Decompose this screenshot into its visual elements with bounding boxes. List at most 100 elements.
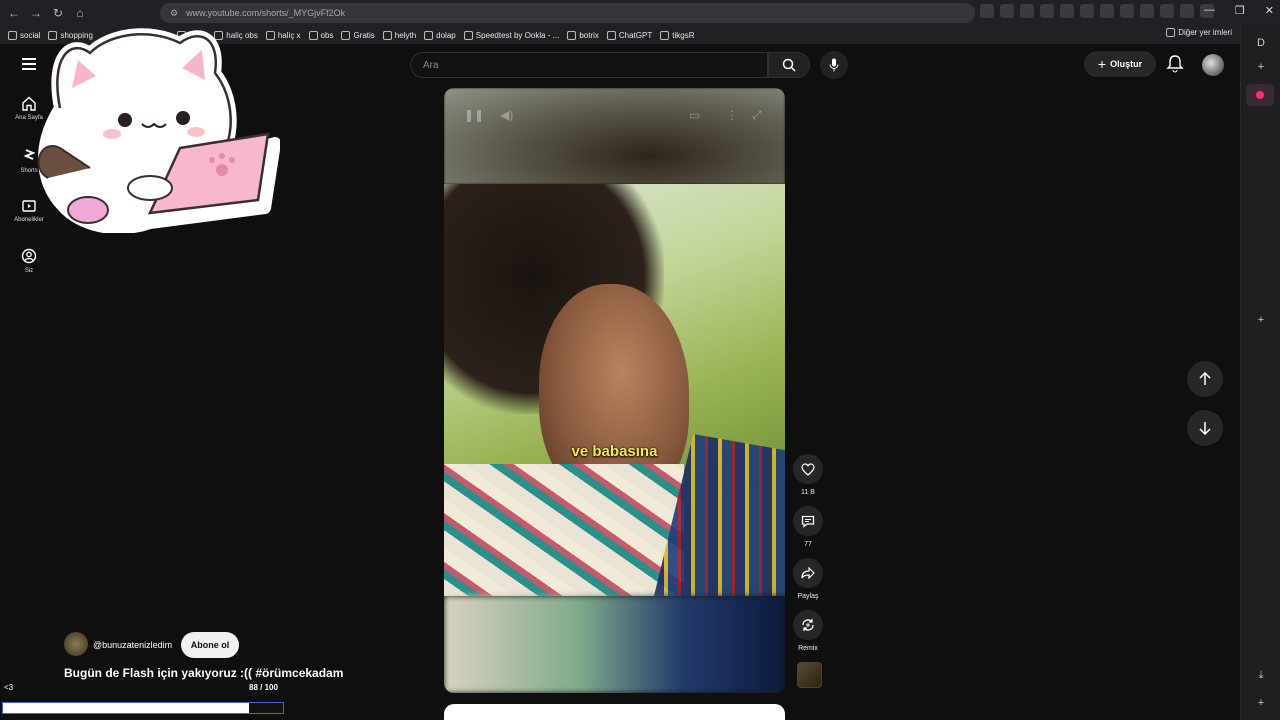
extension-icon[interactable] [1040,4,1054,18]
like-action: 11 B [793,454,823,496]
comment-icon [801,515,815,528]
next-short-button[interactable] [1187,410,1223,446]
channel-avatar[interactable] [64,632,88,656]
fullscreen-icon[interactable]: ⤢ [752,108,762,123]
folder-icon [8,30,17,40]
chatgpt-icon [606,30,616,40]
youtube-pinned-icon[interactable] [1246,84,1274,106]
pause-icon[interactable]: ❚❚ [464,108,484,122]
browser-side-panel: D + + ⤓ + [1240,26,1280,720]
next-short-preview[interactable] [444,704,785,720]
arrow-down-icon [1199,422,1211,435]
forward-icon[interactable]: → [26,3,46,23]
account-avatar[interactable] [1202,54,1224,76]
previous-short-button[interactable] [1187,361,1223,397]
extension-icon[interactable] [1100,4,1114,18]
maximize-icon[interactable]: ❐ [1235,4,1245,17]
extensions-bar [980,4,1214,18]
more-options-icon[interactable]: ⋮ [726,108,738,122]
overlay-progress-bar [2,702,284,714]
comment-button[interactable] [793,506,823,536]
subscribe-button[interactable]: Abone ol [181,632,239,658]
extension-icon[interactable] [1120,4,1134,18]
volume-icon[interactable]: ◀) [500,108,513,122]
comment-count: 77 [804,541,812,548]
bookmark-item[interactable]: Gratis [341,30,375,40]
video-caption: ve babasına [571,443,658,460]
captions-icon[interactable]: ▭ [689,108,700,122]
minimize-icon[interactable]: — [1204,4,1215,17]
add-icon[interactable]: + [1254,313,1268,327]
extension-icon[interactable] [1060,4,1074,18]
speedtest-icon [463,30,473,40]
back-icon[interactable]: ← [4,3,24,23]
comment-action: 77 [793,506,823,548]
channel-handle[interactable]: @bunuzatenizledim [93,640,172,650]
site-info-icon[interactable]: ⚙ [170,8,178,19]
address-bar[interactable]: ⚙ www.youtube.com/shorts/_MYGjvFf2Ok [160,3,975,23]
video-frame-main [444,184,785,596]
plus-icon: + [1097,56,1107,72]
extension-icon[interactable] [1160,4,1174,18]
remix-icon [802,619,814,631]
bookmark-item[interactable]: helyth [382,30,416,40]
overlay-left-text: <3 [4,683,14,692]
bookmark-item[interactable]: tikgsR [660,30,694,40]
overlay-progress-fill [3,703,250,713]
tiktok-icon [660,30,670,40]
dolap-icon [424,30,434,40]
extension-icon[interactable] [1180,4,1194,18]
bookmark-item[interactable]: obs [308,30,333,40]
other-bookmarks[interactable]: Diğer yer imleri [1166,28,1232,37]
reload-icon[interactable]: ↻ [48,3,68,23]
close-icon[interactable]: ✕ [1265,4,1274,17]
url-text: www.youtube.com/shorts/_MYGjvFf2Ok [186,8,346,18]
overlay-counter: 88 / 100 [249,683,278,692]
video-frame-top [444,88,785,184]
share-button[interactable] [793,558,823,588]
remix-button[interactable] [793,610,823,640]
globe-icon [308,30,318,40]
extension-icon[interactable] [1140,4,1154,18]
sound-thumbnail[interactable] [797,662,822,688]
create-button[interactable]: + Oluştur [1084,51,1156,77]
remix-label: Remix [798,645,818,652]
copilot-icon[interactable]: D [1254,36,1268,50]
bookmark-item[interactable]: ChatGPT [606,30,652,40]
download-icon[interactable]: ⤓ [1254,668,1268,682]
video-frame-bottom [444,596,785,693]
arrow-up-icon [1199,372,1211,385]
extension-icon[interactable] [1020,4,1034,18]
bing-icon [382,30,392,40]
browser-titlebar: ← → ↻ ⌂ ⚙ www.youtube.com/shorts/_MYGjvF… [0,0,1280,26]
bookmark-item[interactable]: botrix [567,30,599,40]
video-person-shirt [444,464,684,596]
folder-icon [1166,28,1176,37]
extension-icon[interactable] [1080,4,1094,18]
share-action: Paylaş [793,558,823,600]
add-icon[interactable]: + [1254,60,1268,74]
notifications-bell-icon[interactable] [1166,54,1184,74]
cat-laptop-sticker [37,28,280,233]
bookmark-item[interactable]: Speedtest by Ookla - ... [463,30,559,40]
share-label: Paylaş [797,593,819,600]
user-circle-icon [21,248,37,264]
extension-icon[interactable] [1000,4,1014,18]
add-icon[interactable]: + [1254,696,1268,710]
like-button[interactable] [793,454,823,484]
search-input[interactable]: Ara [410,52,768,78]
shorts-video-player[interactable]: ❚❚ ◀) ▭ ⋮ ⤢ ve babasına [444,88,785,693]
botrix-icon [567,30,577,40]
microphone-icon [829,58,839,72]
extension-icon[interactable] [980,4,994,18]
short-title: Bugün de Flash için yakıyoruz :(( #örümc… [64,666,344,680]
voice-search-button[interactable] [820,51,848,79]
remix-action: Remix [793,610,823,652]
search-icon [782,58,796,72]
share-icon [801,567,815,579]
bookmark-item[interactable]: dolap [424,30,456,40]
like-count: 11 B [801,489,815,496]
nav-you[interactable]: Siz [6,248,52,274]
search-button[interactable] [768,52,810,78]
home-icon[interactable]: ⌂ [70,3,90,23]
